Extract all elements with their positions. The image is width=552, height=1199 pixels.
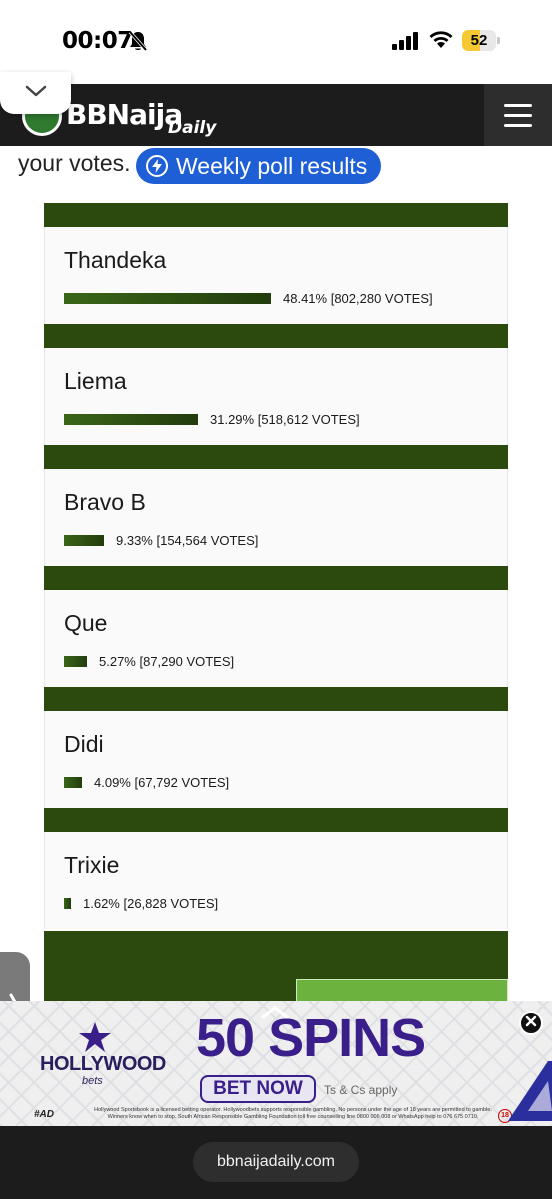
ad-brand-sub: bets [82,1075,103,1087]
poll-option: Didi 4.09% [67,792 VOTES] [44,711,508,808]
ad-tag: #AD [34,1109,55,1120]
bell-muted-icon [128,30,148,57]
poll-option-name: Didi [64,731,104,757]
poll-separator [44,808,508,832]
battery-indicator: 52 [462,30,500,51]
logo-subtext: Daily [168,118,217,138]
poll-separator [44,445,508,469]
poll-option-name: Trixie [64,852,120,878]
poll-option-name: Que [64,610,108,636]
poll-option-name: Liema [64,368,127,394]
poll-option-name: Bravo B [64,489,146,515]
close-icon [525,1014,537,1032]
poll-option: Trixie 1.62% [26,828 VOTES] [44,832,508,929]
intro-text: your votes. [18,150,131,176]
poll-option-result: 31.29% [518,612 VOTES] [210,412,360,427]
poll-option: Thandeka 48.41% [802,280 VOTES] [44,227,508,324]
ad-terms: Ts & Cs apply [324,1083,398,1097]
wifi-icon [428,29,454,54]
lightning-icon [146,155,168,177]
poll-action-button[interactable] [296,979,508,1001]
chevron-down-icon [25,84,47,102]
poll-separator [44,566,508,590]
poll-option-result: 4.09% [67,792 VOTES] [94,775,230,790]
poll-option-result: 1.62% [26,828 VOTES] [83,896,219,911]
ad-banner[interactable]: HOLLYWOOD bets 50 SPINS BET NOW Ts & Cs … [0,1001,552,1126]
poll-separator [44,324,508,348]
collapse-toolbar-button[interactable] [0,72,71,114]
poll-results: Thandeka 48.41% [802,280 VOTES] Liema 31.29… [44,203,508,929]
poll-option-bar [64,777,82,788]
poll-option-result: 5.27% [87,290 VOTES] [99,654,235,669]
browser-bottom-bar: bbnaijadaily.com [0,1126,552,1199]
battery-level: 52 [470,32,488,49]
ad-bet-now-button[interactable]: BET NOW [200,1075,316,1103]
poll-option-result: 9.33% [154,564 VOTES] [116,533,259,548]
ad-legal-text: Hollywood Sportsbook is a licensed betti… [94,1107,492,1120]
menu-button[interactable] [484,84,552,146]
weekly-poll-results-button[interactable]: Weekly poll results [136,148,382,184]
ad-corner-graphic [508,1061,552,1126]
ad-brand: HOLLYWOOD [40,1053,166,1075]
status-bar: 00:07 52 [0,0,552,84]
poll-option-result: 48.41% [802,280 VOTES] [283,291,433,306]
hamburger-icon [504,103,532,107]
address-bar[interactable]: bbnaijadaily.com [193,1142,359,1182]
ad-close-button[interactable] [519,1011,543,1035]
poll-separator [44,687,508,711]
logo-text: BBNaija [66,98,183,131]
weekly-poll-results-label: Weekly poll results [176,152,368,179]
poll-option-bar [64,293,271,304]
ad-headline: 50 SPINS [196,1008,426,1068]
cellular-signal-icon [392,32,420,55]
poll-separator [44,203,508,227]
poll-option-bar [64,535,104,546]
poll-option-bar [64,898,71,909]
poll-option-bar [64,656,87,667]
poll-option: Bravo B 9.33% [154,564 VOTES] [44,469,508,566]
status-time: 00:07 [62,28,133,54]
poll-option: Liema 31.29% [518,612 VOTES] [44,348,508,445]
poll-footer [44,931,508,1001]
poll-option-name: Thandeka [64,247,167,273]
poll-option: Que 5.27% [87,290 VOTES] [44,590,508,687]
poll-option-bar [64,414,198,425]
